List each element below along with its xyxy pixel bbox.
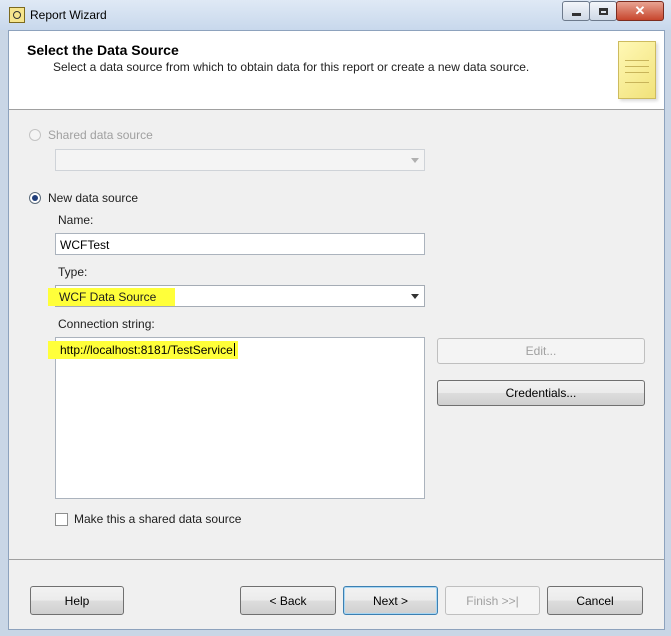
minimize-button[interactable] bbox=[562, 1, 590, 21]
new-data-source-label: New data source bbox=[48, 191, 139, 205]
page-subtitle: Select a data source from which to obtai… bbox=[53, 60, 530, 74]
connection-string-textarea[interactable]: http://localhost:8181/TestService bbox=[48, 337, 425, 499]
report-document-icon bbox=[618, 41, 656, 99]
make-shared-label: Make this a shared data source bbox=[74, 512, 242, 526]
shared-data-source-radio[interactable] bbox=[29, 129, 41, 141]
close-icon: ✕ bbox=[634, 3, 646, 18]
chevron-down-icon bbox=[411, 158, 419, 163]
connection-string-text: http://localhost:8181/TestService bbox=[60, 343, 233, 357]
type-label: Type: bbox=[58, 265, 88, 279]
name-label: Name: bbox=[58, 213, 94, 227]
name-input[interactable]: WCFTest bbox=[55, 233, 425, 255]
help-button[interactable]: Help bbox=[30, 586, 124, 615]
chevron-down-icon bbox=[411, 294, 419, 299]
footer-divider bbox=[9, 559, 664, 560]
shared-data-source-label: Shared data source bbox=[48, 128, 153, 142]
edit-button[interactable]: Edit... bbox=[437, 338, 645, 364]
cancel-button[interactable]: Cancel bbox=[547, 586, 643, 615]
back-button[interactable]: < Back bbox=[240, 586, 336, 615]
report-wizard-icon bbox=[9, 7, 25, 23]
wizard-client-area: Select the Data Source Select a data sou… bbox=[8, 30, 665, 630]
wizard-header: Select the Data Source Select a data sou… bbox=[9, 31, 664, 110]
text-caret bbox=[233, 343, 235, 356]
minimize-icon bbox=[571, 13, 581, 16]
maximize-icon bbox=[598, 7, 608, 15]
page-title: Select the Data Source bbox=[27, 42, 179, 58]
title-bar[interactable]: Report Wizard ✕ bbox=[0, 0, 671, 30]
connection-string-value: http://localhost:8181/TestService bbox=[48, 341, 238, 359]
window-title: Report Wizard bbox=[30, 8, 107, 22]
finish-button[interactable]: Finish >>| bbox=[445, 586, 540, 615]
connection-string-label: Connection string: bbox=[58, 317, 155, 331]
shared-data-source-dropdown[interactable] bbox=[55, 149, 425, 171]
close-button[interactable]: ✕ bbox=[616, 1, 664, 21]
maximize-button[interactable] bbox=[589, 1, 617, 21]
radio-selected-dot bbox=[32, 195, 38, 201]
type-value: WCF Data Source bbox=[48, 288, 175, 306]
next-button[interactable]: Next > bbox=[343, 586, 438, 615]
name-input-value: WCFTest bbox=[60, 238, 110, 252]
make-shared-checkbox[interactable] bbox=[55, 513, 68, 526]
credentials-button[interactable]: Credentials... bbox=[437, 380, 645, 406]
type-dropdown[interactable]: WCF Data Source bbox=[48, 285, 425, 307]
new-data-source-radio[interactable] bbox=[29, 192, 41, 204]
